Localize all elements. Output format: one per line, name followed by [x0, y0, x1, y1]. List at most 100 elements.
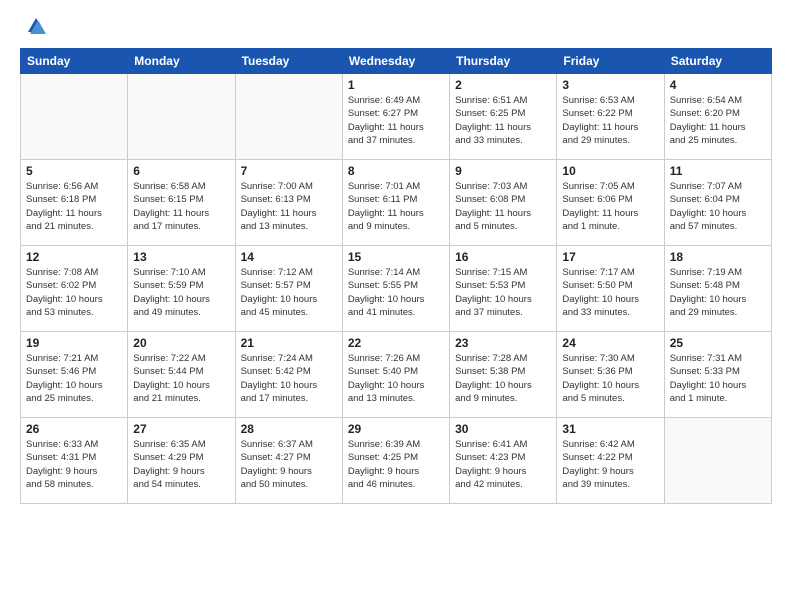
calendar-table: SundayMondayTuesdayWednesdayThursdayFrid…	[20, 48, 772, 504]
calendar-cell	[21, 74, 128, 160]
calendar-cell: 22 Sunrise: 7:26 AMSunset: 5:40 PMDayligh…	[342, 332, 449, 418]
calendar-cell	[128, 74, 235, 160]
day-number: 26	[26, 422, 122, 436]
calendar-cell: 9 Sunrise: 7:03 AMSunset: 6:08 PMDaylight…	[450, 160, 557, 246]
day-number: 19	[26, 336, 122, 350]
page: SundayMondayTuesdayWednesdayThursdayFrid…	[0, 0, 792, 612]
calendar-cell: 29 Sunrise: 6:39 AMSunset: 4:25 PMDayligh…	[342, 418, 449, 504]
weekday-header-friday: Friday	[557, 49, 664, 74]
day-number: 13	[133, 250, 229, 264]
day-number: 9	[455, 164, 551, 178]
week-row-5: 26 Sunrise: 6:33 AMSunset: 4:31 PMDayligh…	[21, 418, 772, 504]
weekday-header-sunday: Sunday	[21, 49, 128, 74]
calendar-cell: 13 Sunrise: 7:10 AMSunset: 5:59 PMDayligh…	[128, 246, 235, 332]
weekday-header-thursday: Thursday	[450, 49, 557, 74]
calendar-cell: 31 Sunrise: 6:42 AMSunset: 4:22 PMDayligh…	[557, 418, 664, 504]
calendar-cell: 17 Sunrise: 7:17 AMSunset: 5:50 PMDayligh…	[557, 246, 664, 332]
day-info: Sunrise: 7:12 AMSunset: 5:57 PMDaylight:…	[241, 266, 337, 319]
week-row-2: 5 Sunrise: 6:56 AMSunset: 6:18 PMDaylight…	[21, 160, 772, 246]
day-number: 25	[670, 336, 766, 350]
day-info: Sunrise: 7:31 AMSunset: 5:33 PMDaylight:…	[670, 352, 766, 405]
calendar-cell: 30 Sunrise: 6:41 AMSunset: 4:23 PMDayligh…	[450, 418, 557, 504]
day-number: 27	[133, 422, 229, 436]
weekday-header-row: SundayMondayTuesdayWednesdayThursdayFrid…	[21, 49, 772, 74]
day-number: 28	[241, 422, 337, 436]
day-number: 8	[348, 164, 444, 178]
day-info: Sunrise: 7:26 AMSunset: 5:40 PMDaylight:…	[348, 352, 444, 405]
calendar-cell: 19 Sunrise: 7:21 AMSunset: 5:46 PMDayligh…	[21, 332, 128, 418]
day-info: Sunrise: 7:05 AMSunset: 6:06 PMDaylight:…	[562, 180, 658, 233]
day-info: Sunrise: 7:03 AMSunset: 6:08 PMDaylight:…	[455, 180, 551, 233]
day-number: 30	[455, 422, 551, 436]
day-number: 10	[562, 164, 658, 178]
day-info: Sunrise: 6:39 AMSunset: 4:25 PMDaylight:…	[348, 438, 444, 491]
day-info: Sunrise: 7:21 AMSunset: 5:46 PMDaylight:…	[26, 352, 122, 405]
calendar-cell: 3 Sunrise: 6:53 AMSunset: 6:22 PMDaylight…	[557, 74, 664, 160]
day-info: Sunrise: 7:10 AMSunset: 5:59 PMDaylight:…	[133, 266, 229, 319]
weekday-header-saturday: Saturday	[664, 49, 771, 74]
day-info: Sunrise: 7:24 AMSunset: 5:42 PMDaylight:…	[241, 352, 337, 405]
calendar-cell: 21 Sunrise: 7:24 AMSunset: 5:42 PMDayligh…	[235, 332, 342, 418]
calendar-cell: 5 Sunrise: 6:56 AMSunset: 6:18 PMDaylight…	[21, 160, 128, 246]
day-number: 5	[26, 164, 122, 178]
day-number: 17	[562, 250, 658, 264]
calendar-cell: 11 Sunrise: 7:07 AMSunset: 6:04 PMDayligh…	[664, 160, 771, 246]
day-info: Sunrise: 6:54 AMSunset: 6:20 PMDaylight:…	[670, 94, 766, 147]
calendar-cell: 10 Sunrise: 7:05 AMSunset: 6:06 PMDayligh…	[557, 160, 664, 246]
calendar-cell	[235, 74, 342, 160]
calendar-cell: 24 Sunrise: 7:30 AMSunset: 5:36 PMDayligh…	[557, 332, 664, 418]
calendar-cell: 20 Sunrise: 7:22 AMSunset: 5:44 PMDayligh…	[128, 332, 235, 418]
day-info: Sunrise: 6:42 AMSunset: 4:22 PMDaylight:…	[562, 438, 658, 491]
calendar-cell: 18 Sunrise: 7:19 AMSunset: 5:48 PMDayligh…	[664, 246, 771, 332]
day-number: 31	[562, 422, 658, 436]
day-info: Sunrise: 6:58 AMSunset: 6:15 PMDaylight:…	[133, 180, 229, 233]
day-info: Sunrise: 6:41 AMSunset: 4:23 PMDaylight:…	[455, 438, 551, 491]
day-number: 2	[455, 78, 551, 92]
day-info: Sunrise: 7:19 AMSunset: 5:48 PMDaylight:…	[670, 266, 766, 319]
day-info: Sunrise: 7:17 AMSunset: 5:50 PMDaylight:…	[562, 266, 658, 319]
day-info: Sunrise: 6:33 AMSunset: 4:31 PMDaylight:…	[26, 438, 122, 491]
calendar-cell: 14 Sunrise: 7:12 AMSunset: 5:57 PMDayligh…	[235, 246, 342, 332]
day-number: 22	[348, 336, 444, 350]
day-info: Sunrise: 7:14 AMSunset: 5:55 PMDaylight:…	[348, 266, 444, 319]
week-row-3: 12 Sunrise: 7:08 AMSunset: 6:02 PMDayligh…	[21, 246, 772, 332]
day-info: Sunrise: 6:37 AMSunset: 4:27 PMDaylight:…	[241, 438, 337, 491]
calendar-cell: 23Sunrise: 7:28 AMSunset: 5:38 PMDayligh…	[450, 332, 557, 418]
weekday-header-wednesday: Wednesday	[342, 49, 449, 74]
week-row-4: 19 Sunrise: 7:21 AMSunset: 5:46 PMDayligh…	[21, 332, 772, 418]
day-number: 15	[348, 250, 444, 264]
day-number: 14	[241, 250, 337, 264]
calendar-cell: 28 Sunrise: 6:37 AMSunset: 4:27 PMDayligh…	[235, 418, 342, 504]
day-info: Sunrise: 7:00 AMSunset: 6:13 PMDaylight:…	[241, 180, 337, 233]
day-info: Sunrise: 7:15 AMSunset: 5:53 PMDaylight:…	[455, 266, 551, 319]
day-number: 11	[670, 164, 766, 178]
day-info: Sunrise: 7:28 AMSunset: 5:38 PMDaylight:…	[455, 352, 551, 405]
day-info: Sunrise: 6:53 AMSunset: 6:22 PMDaylight:…	[562, 94, 658, 147]
calendar-cell: 4 Sunrise: 6:54 AMSunset: 6:20 PMDaylight…	[664, 74, 771, 160]
day-info: Sunrise: 7:08 AMSunset: 6:02 PMDaylight:…	[26, 266, 122, 319]
day-info: Sunrise: 7:22 AMSunset: 5:44 PMDaylight:…	[133, 352, 229, 405]
calendar-cell: 12 Sunrise: 7:08 AMSunset: 6:02 PMDayligh…	[21, 246, 128, 332]
day-number: 3	[562, 78, 658, 92]
calendar-cell: 25 Sunrise: 7:31 AMSunset: 5:33 PMDayligh…	[664, 332, 771, 418]
day-info: Sunrise: 6:56 AMSunset: 6:18 PMDaylight:…	[26, 180, 122, 233]
calendar-cell: 27 Sunrise: 6:35 AMSunset: 4:29 PMDayligh…	[128, 418, 235, 504]
day-info: Sunrise: 6:49 AMSunset: 6:27 PMDaylight:…	[348, 94, 444, 147]
header	[20, 16, 772, 38]
day-number: 18	[670, 250, 766, 264]
day-number: 21	[241, 336, 337, 350]
day-number: 20	[133, 336, 229, 350]
day-number: 4	[670, 78, 766, 92]
day-number: 12	[26, 250, 122, 264]
day-info: Sunrise: 6:35 AMSunset: 4:29 PMDaylight:…	[133, 438, 229, 491]
weekday-header-tuesday: Tuesday	[235, 49, 342, 74]
calendar-cell: 15 Sunrise: 7:14 AMSunset: 5:55 PMDayligh…	[342, 246, 449, 332]
day-info: Sunrise: 7:07 AMSunset: 6:04 PMDaylight:…	[670, 180, 766, 233]
day-number: 24	[562, 336, 658, 350]
calendar-cell: 26 Sunrise: 6:33 AMSunset: 4:31 PMDayligh…	[21, 418, 128, 504]
day-info: Sunrise: 7:30 AMSunset: 5:36 PMDaylight:…	[562, 352, 658, 405]
calendar-cell: 1 Sunrise: 6:49 AMSunset: 6:27 PMDaylight…	[342, 74, 449, 160]
day-number: 1	[348, 78, 444, 92]
day-number: 29	[348, 422, 444, 436]
day-number: 7	[241, 164, 337, 178]
